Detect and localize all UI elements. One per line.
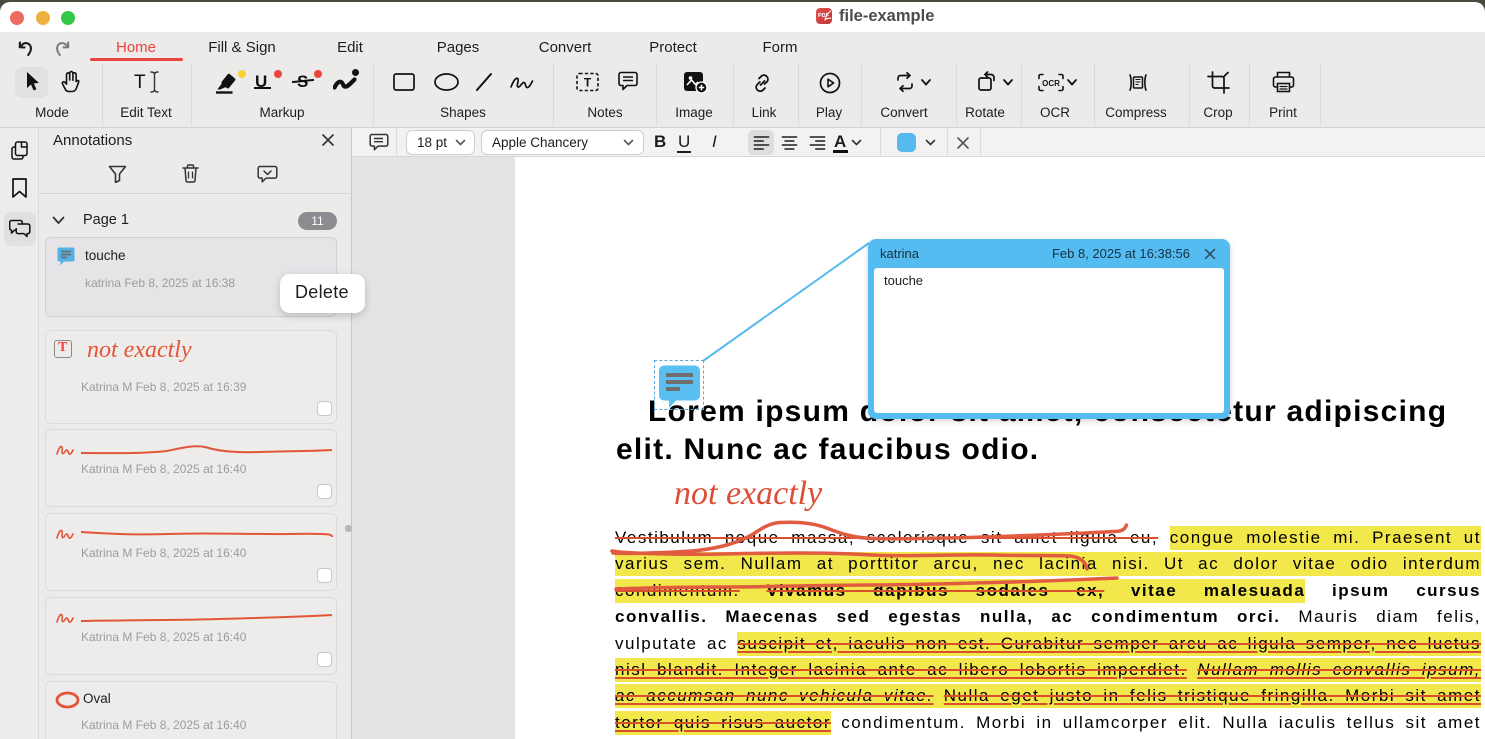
svg-text:OCR: OCR: [1042, 79, 1060, 88]
svg-text:T: T: [584, 76, 592, 90]
